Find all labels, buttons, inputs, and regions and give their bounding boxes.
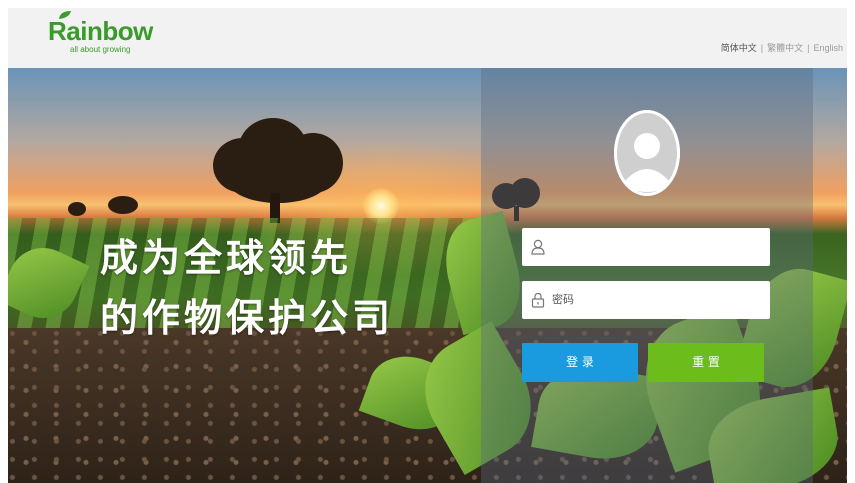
top-header: Rainbow all about growing 简体中文 | 繁體中文 | Engl… [8, 8, 847, 68]
lang-separator: | [807, 43, 810, 53]
lang-english[interactable]: English [813, 43, 843, 53]
logo-tagline: all about growing [70, 45, 131, 54]
user-icon [531, 239, 545, 255]
language-switcher: 简体中文 | 繁體中文 | English [721, 41, 843, 54]
password-field[interactable] [522, 281, 770, 319]
slogan-line-1: 成为全球领先 [100, 236, 353, 280]
lang-separator: | [760, 43, 764, 53]
distant-trees [68, 196, 148, 216]
rainbow-logo[interactable]: Rainbow all about growing [48, 11, 153, 64]
lang-simplified-chinese[interactable]: 简体中文 [721, 43, 757, 53]
slogan-line-2: 的作物保护公司 [100, 296, 395, 340]
username-field[interactable] [522, 228, 770, 266]
password-input[interactable] [552, 281, 752, 318]
login-panel: 登 录 重 置 [481, 68, 813, 483]
user-avatar-icon [614, 110, 680, 196]
lang-traditional-chinese[interactable]: 繁體中文 [767, 43, 803, 53]
lock-icon [531, 292, 545, 308]
reset-button[interactable]: 重 置 [648, 343, 764, 382]
large-tree [208, 113, 348, 223]
logo-wordmark: Rainbow [48, 16, 153, 46]
login-button[interactable]: 登 录 [522, 343, 638, 382]
username-input[interactable] [552, 228, 752, 265]
hero-banner: 成为全球领先 的作物保护公司 登 录 重 置 [8, 68, 847, 483]
